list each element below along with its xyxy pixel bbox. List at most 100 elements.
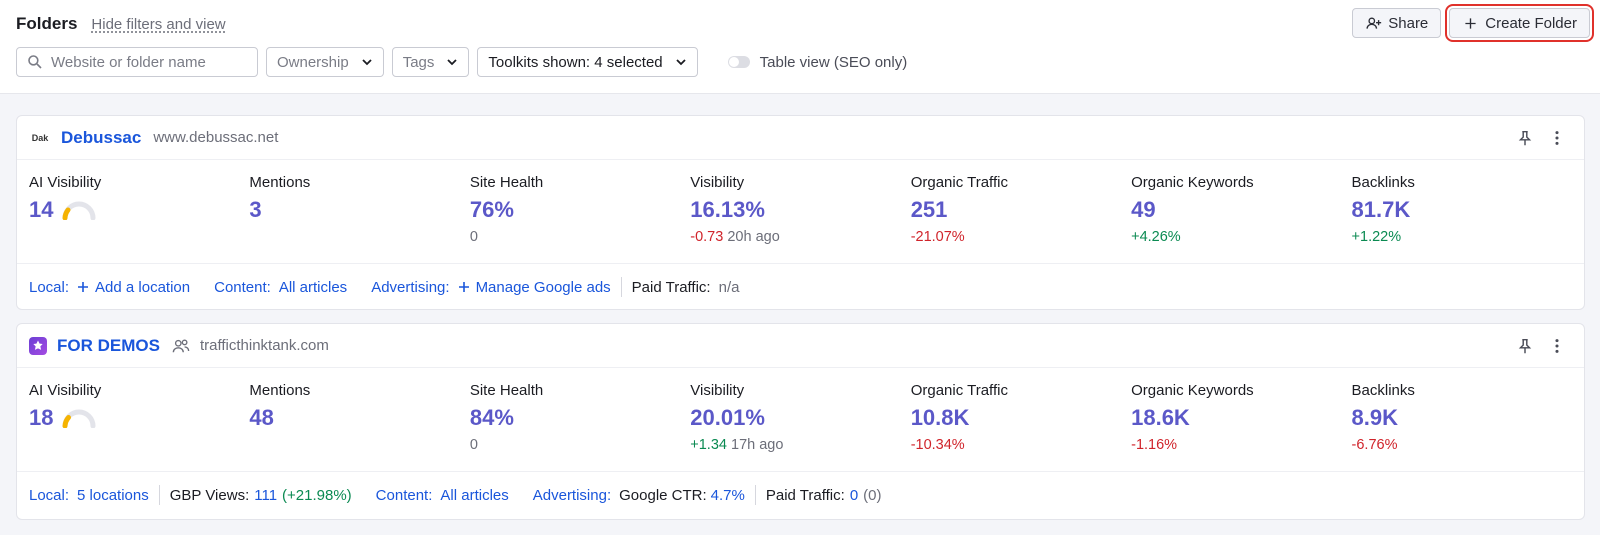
advertising-label[interactable]: Advertising:: [533, 487, 611, 504]
metric-sub: -0.73 20h ago: [690, 229, 910, 245]
metric-value[interactable]: 48: [249, 405, 469, 431]
metric-change: +4.26%: [1131, 229, 1181, 245]
folder-logo-icon: [29, 336, 47, 355]
title-row: Folders Hide filters and view: [16, 14, 226, 34]
metrics-row: AI Visibility 18 Mentions 48 Site Health…: [17, 368, 1584, 472]
shared-users-icon: [172, 338, 190, 352]
gbp-change: (+21.98%): [282, 486, 352, 504]
more-vertical-icon[interactable]: [1548, 129, 1566, 147]
metric-label: Backlinks: [1351, 382, 1415, 399]
metric-value[interactable]: 8.9K: [1352, 405, 1572, 431]
search-input[interactable]: Website or folder name: [16, 47, 258, 77]
paid-traffic-group: Paid Traffic: 0 (0): [766, 487, 882, 504]
gbp-label: GBP Views:: [169, 486, 250, 504]
metric-label: AI Visibility: [29, 382, 102, 399]
paid-traffic-label: Paid Traffic:: [631, 278, 711, 296]
divider: [620, 277, 622, 297]
table-view-toggle[interactable]: [727, 56, 750, 68]
more-vertical-icon[interactable]: [1548, 337, 1566, 355]
metric-label: Organic Keywords: [1131, 382, 1254, 399]
metric-value[interactable]: 18: [29, 405, 249, 431]
paid-traffic-value[interactable]: 0: [850, 487, 858, 504]
metric-organic-keywords: Organic Keywords 18.6K -1.16%: [1131, 368, 1351, 471]
metric-value[interactable]: 16.13%: [690, 197, 910, 223]
metric-label: Organic Traffic: [910, 382, 1008, 399]
plus-icon: [78, 282, 89, 292]
metric-sub: 0: [469, 437, 478, 453]
create-folder-button[interactable]: Create Folder: [1445, 4, 1594, 42]
advertising-group: Advertising: Manage Google ads: [371, 279, 610, 296]
gbp-value[interactable]: 111: [254, 487, 277, 504]
folder-card-footer: Local: Add a location Content: All artic…: [17, 264, 1584, 310]
ctr-label: Google CTR:: [619, 486, 707, 504]
metric-value[interactable]: 81.7K: [1352, 197, 1572, 223]
all-articles-link[interactable]: All articles: [440, 487, 508, 504]
metric-site-health: Site Health 76% 0: [470, 160, 690, 263]
manage-ads-label: Manage Google ads: [475, 278, 611, 296]
metric-change: -21.07%: [910, 229, 965, 245]
metric-value[interactable]: 20.01%: [690, 405, 910, 431]
ctr-value[interactable]: 4.7%: [711, 487, 745, 504]
paid-traffic-label: Paid Traffic:: [765, 486, 845, 504]
metric-label: AI Visibility: [29, 174, 102, 191]
folder-name[interactable]: Debussac: [61, 128, 141, 148]
toolkits-dropdown[interactable]: Toolkits shown: 4 selected: [477, 47, 698, 77]
gauge-icon: [62, 409, 96, 428]
metric-backlinks: Backlinks 81.7K +1.22%: [1352, 160, 1572, 263]
metric-label: Backlinks: [1351, 174, 1415, 191]
pin-icon[interactable]: [1516, 129, 1534, 147]
pin-icon[interactable]: [1516, 337, 1534, 355]
filter-row: Website or folder name Ownership Tags To…: [16, 47, 907, 77]
content-label[interactable]: Content:: [214, 279, 271, 296]
metric-time: 20h ago: [727, 229, 780, 245]
content-label[interactable]: Content:: [376, 487, 433, 504]
gbp-group: GBP Views: 111 (+21.98%): [170, 487, 352, 504]
manage-ads-link[interactable]: Manage Google ads: [458, 279, 611, 296]
metric-time: 17h ago: [731, 437, 784, 453]
page-title: Folders: [16, 14, 78, 33]
local-label[interactable]: Local:: [29, 279, 69, 296]
metric-visibility: Visibility 16.13% -0.73 20h ago: [690, 160, 910, 263]
add-location-label: Add a location: [95, 278, 191, 296]
toolkits-label: Toolkits shown: 4 selected: [488, 53, 663, 71]
hide-filters-link[interactable]: Hide filters and view: [91, 16, 225, 33]
add-location-link[interactable]: Add a location: [77, 279, 190, 296]
ai-visibility-value: 18: [29, 405, 54, 430]
advertising-group: Advertising: Google CTR: 4.7%: [533, 487, 745, 504]
metric-value[interactable]: 14: [29, 197, 249, 223]
metric-value[interactable]: 18.6K: [1131, 405, 1351, 431]
metric-label: Mentions: [249, 174, 311, 191]
all-articles-link[interactable]: All articles: [279, 279, 347, 296]
top-bar: Folders Hide filters and view Share Crea…: [0, 0, 1600, 94]
advertising-label[interactable]: Advertising:: [371, 279, 449, 296]
share-button[interactable]: Share: [1352, 8, 1442, 38]
table-view-label: Table view (SEO only): [759, 53, 908, 71]
metric-mentions: Mentions 3: [249, 160, 469, 263]
share-label: Share: [1388, 14, 1429, 32]
create-folder-label: Create Folder: [1485, 14, 1577, 32]
divider: [754, 485, 756, 505]
metric-visibility: Visibility 20.01% +1.34 17h ago: [690, 368, 910, 471]
content-group: Content: All articles: [376, 487, 509, 504]
metric-label: Mentions: [249, 382, 311, 399]
tags-dropdown[interactable]: Tags: [391, 47, 470, 77]
search-placeholder: Website or folder name: [51, 53, 206, 71]
search-icon: [28, 55, 42, 69]
local-label[interactable]: Local:: [29, 487, 69, 504]
folder-name[interactable]: FOR DEMOS: [57, 336, 160, 356]
metric-change: +1.22%: [1351, 229, 1402, 245]
metric-ai-visibility: AI Visibility 18: [29, 368, 249, 471]
ownership-dropdown[interactable]: Ownership: [266, 47, 384, 77]
metric-value[interactable]: 49: [1131, 197, 1351, 223]
gauge-icon: [62, 201, 96, 220]
metric-value[interactable]: 251: [911, 197, 1131, 223]
locations-link[interactable]: 5 locations: [77, 487, 149, 504]
metric-value[interactable]: 3: [249, 197, 469, 223]
folder-domain: trafficthinktank.com: [199, 337, 329, 354]
metric-value[interactable]: 10.8K: [911, 405, 1131, 431]
metric-label: Organic Traffic: [910, 174, 1008, 191]
metric-change: -1.16%: [1131, 437, 1178, 453]
folder-card: Dak Debussac www.debussac.net AI Visibil…: [16, 115, 1585, 310]
metric-value[interactable]: 76%: [470, 197, 690, 223]
metric-value[interactable]: 84%: [470, 405, 690, 431]
